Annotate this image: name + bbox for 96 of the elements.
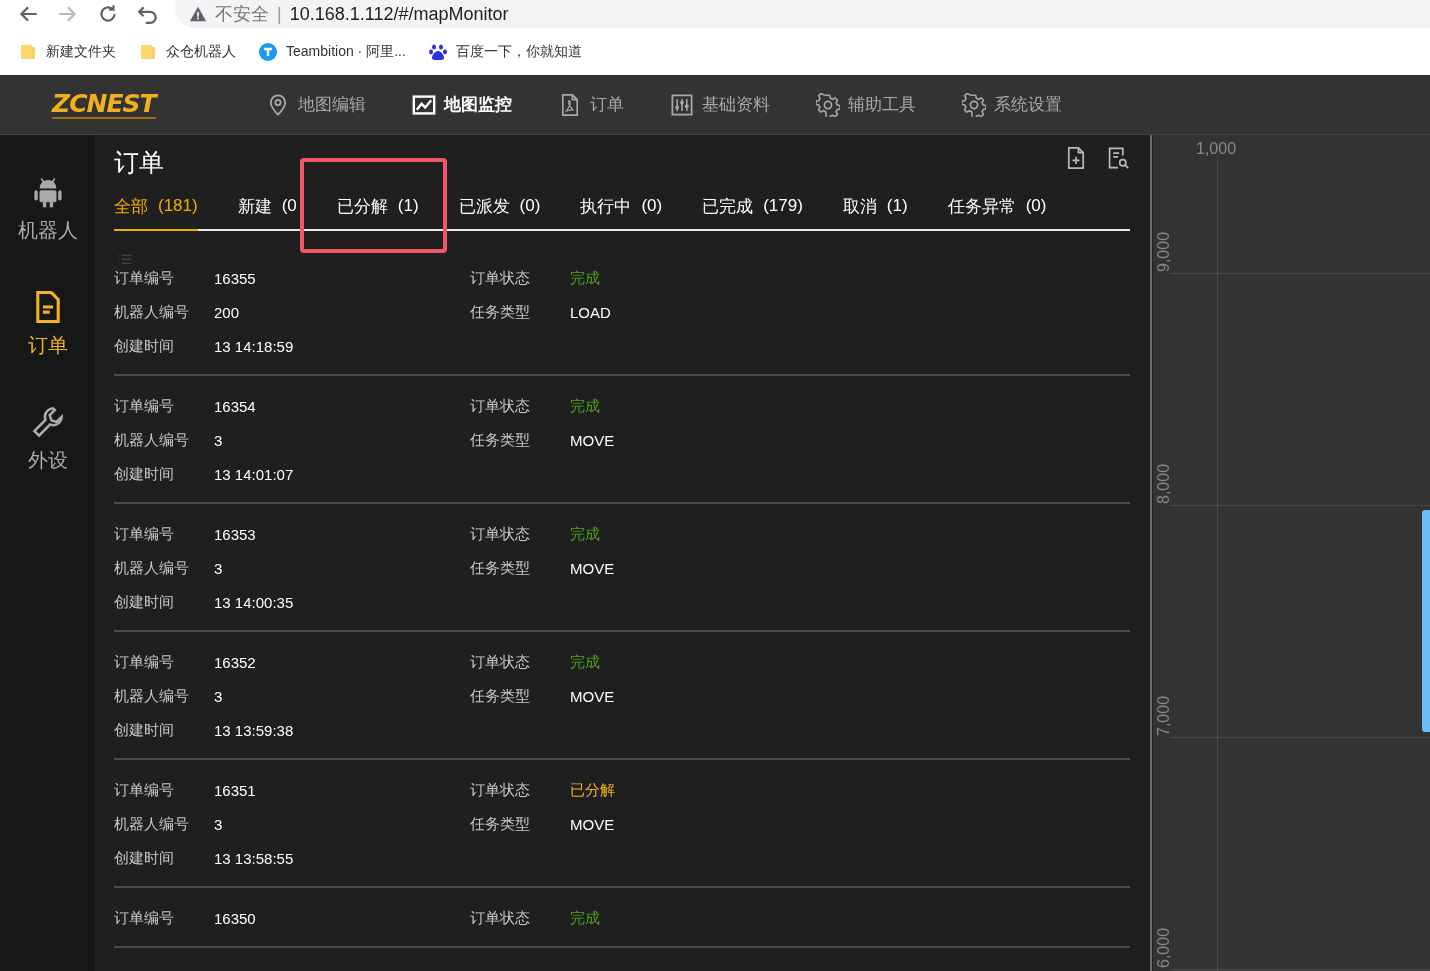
field-value: 13 13:59:38: [214, 721, 295, 739]
field-value: 16352: [214, 653, 257, 671]
field-label: 订单状态: [470, 908, 531, 928]
field-value: MOVE: [570, 431, 616, 449]
status-value: 完成: [570, 268, 601, 288]
field-label: 订单编号: [114, 396, 175, 416]
field-label: 任务类型: [470, 302, 531, 322]
axis-label: 7,000: [1155, 695, 1173, 736]
field-value: 3: [214, 431, 224, 449]
field-value: 16353: [214, 525, 257, 543]
sidebar-item[interactable]: 订单: [0, 290, 95, 405]
panel-title: 订单: [114, 146, 164, 178]
field-value: LOAD: [570, 303, 612, 321]
field-value: 3: [214, 815, 224, 833]
nav-tab[interactable]: 订单: [557, 92, 624, 117]
wrench-icon: [30, 405, 65, 439]
bookmark-link[interactable]: 众仓机器人: [166, 42, 236, 61]
field-value: 13 14:00:35: [214, 593, 295, 611]
field-label: 订单状态: [470, 780, 531, 800]
letter-circle-icon: [258, 41, 278, 62]
field-label: 订单编号: [114, 908, 175, 928]
field-label: 任务类型: [470, 430, 531, 450]
url-text: 10.168.1.112/#/mapMonitor: [289, 3, 509, 25]
field-label: 订单编号: [114, 268, 175, 288]
axis-label: 9,000: [1155, 231, 1173, 272]
field-value: 200: [214, 303, 241, 321]
field-label: 机器人编号: [114, 814, 190, 834]
security-label: 不安全: [215, 3, 269, 26]
settings-icon: [815, 92, 840, 117]
search-order-button[interactable]: [1106, 146, 1130, 170]
field-value: 16351: [214, 781, 257, 799]
field-label: 机器人编号: [114, 686, 190, 706]
filter-tab[interactable]: 已完成 (179): [702, 185, 803, 231]
field-label: 机器人编号: [114, 302, 190, 322]
field-label: 任务类型: [470, 558, 531, 578]
field-label: 订单状态: [470, 268, 531, 288]
field-value: 13 13:58:55: [214, 849, 295, 867]
axis-label: 1,000: [1196, 140, 1237, 158]
field-value: 16350: [214, 909, 257, 927]
field-value: MOVE: [570, 815, 616, 833]
file-search-icon: [1106, 146, 1130, 170]
separator: |: [277, 3, 282, 25]
field-value: 13 14:01:07: [214, 465, 295, 483]
settings-icon: [961, 92, 986, 117]
status-value: 完成: [570, 652, 601, 672]
field-label: 订单编号: [114, 780, 175, 800]
status-value: 完成: [570, 396, 601, 416]
sidebar-item[interactable]: 机器人: [0, 175, 95, 290]
status-value: 完成: [570, 908, 601, 928]
bookmark-link[interactable]: Teambition · 阿里...: [286, 42, 406, 61]
field-value: 13 14:18:59: [214, 337, 295, 355]
field-label: 订单状态: [470, 652, 531, 672]
field-label: 订单编号: [114, 652, 175, 672]
field-label: 创建时间: [114, 464, 175, 484]
nav-tab[interactable]: 地图监控: [411, 92, 512, 117]
filter-tab[interactable]: 已派发 (0): [458, 185, 541, 231]
field-value: 16355: [214, 269, 257, 287]
address-bar[interactable]: 不安全 | 10.168.1.112/#/mapMonitor: [175, 0, 1430, 28]
field-label: 任务类型: [470, 686, 531, 706]
nav-tab[interactable]: 地图编辑: [265, 92, 366, 117]
bookmark-link[interactable]: 百度一下，你就知道: [455, 42, 582, 61]
field-label: 机器人编号: [114, 430, 190, 450]
filter-tab[interactable]: 取消 (1): [842, 185, 908, 231]
reload-icon[interactable]: [97, 3, 119, 25]
field-value: MOVE: [570, 559, 616, 577]
nav-tab[interactable]: 辅助工具: [815, 92, 916, 117]
filter-tab[interactable]: 任务异常 (0): [947, 185, 1047, 231]
field-value: 16354: [214, 397, 257, 415]
field-label: 订单状态: [470, 524, 531, 544]
status-value: 已分解: [570, 780, 616, 800]
axis-label: 8,000: [1155, 463, 1173, 504]
nav-tab[interactable]: 系统设置: [961, 92, 1062, 117]
field-label: 订单状态: [470, 396, 531, 416]
logo-text: ZCNEST: [52, 90, 156, 119]
status-value: 完成: [570, 524, 601, 544]
field-label: 任务类型: [470, 814, 531, 834]
field-label: 创建时间: [114, 720, 175, 740]
sidebar-item[interactable]: 外设: [0, 405, 95, 520]
field-value: MOVE: [570, 687, 616, 705]
field-label: 创建时间: [114, 848, 175, 868]
field-value: 3: [214, 559, 224, 577]
field-label: 创建时间: [114, 336, 175, 356]
filter-tab[interactable]: 执行中 (0): [580, 185, 663, 231]
nav-tab[interactable]: 基础资料: [669, 92, 770, 117]
axis-label: 6,000: [1155, 927, 1173, 968]
field-label: 机器人编号: [114, 558, 190, 578]
sliders-icon: [669, 92, 694, 117]
warning-icon: [189, 5, 207, 23]
field-label: 创建时间: [114, 592, 175, 612]
bookmark-link[interactable]: 新建文件夹: [46, 42, 116, 61]
filter-tab[interactable]: 已分解 (1): [336, 185, 419, 231]
field-value: 3: [214, 687, 224, 705]
filter-tab[interactable]: 全部 (181): [114, 185, 198, 231]
field-label: 订单编号: [114, 524, 175, 544]
line-chart-icon: [411, 92, 436, 117]
filter-tab[interactable]: 新建 (0: [237, 185, 297, 231]
